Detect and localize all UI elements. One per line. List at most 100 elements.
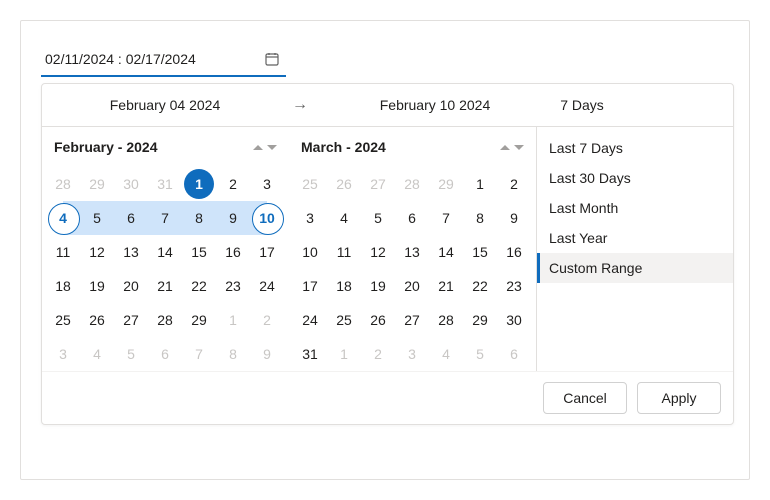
day-cell[interactable]: 21: [429, 269, 463, 303]
day-cell[interactable]: 9: [216, 201, 250, 235]
day-cell[interactable]: 8: [182, 201, 216, 235]
day-cell[interactable]: 1: [182, 167, 216, 201]
next-month-icon[interactable]: [514, 145, 524, 150]
day-cell[interactable]: 30: [497, 303, 531, 337]
day-cell[interactable]: 3: [293, 201, 327, 235]
day-cell[interactable]: 24: [250, 269, 284, 303]
day-cell[interactable]: 17: [293, 269, 327, 303]
day-cell[interactable]: 27: [114, 303, 148, 337]
prev-month-icon[interactable]: [500, 145, 510, 150]
day-cell[interactable]: 1: [463, 167, 497, 201]
day-cell[interactable]: 25: [293, 167, 327, 201]
day-cell[interactable]: 5: [361, 201, 395, 235]
day-cell[interactable]: 26: [327, 167, 361, 201]
day-cell[interactable]: 26: [80, 303, 114, 337]
day-cell[interactable]: 3: [46, 337, 80, 371]
day-cell[interactable]: 21: [148, 269, 182, 303]
day-cell[interactable]: 29: [182, 303, 216, 337]
day-cell[interactable]: 29: [463, 303, 497, 337]
day-cell[interactable]: 18: [327, 269, 361, 303]
day-cell[interactable]: 25: [327, 303, 361, 337]
day-cell[interactable]: 5: [80, 201, 114, 235]
calendar-icon[interactable]: [264, 51, 280, 67]
day-cell[interactable]: 2: [216, 167, 250, 201]
day-cell[interactable]: 3: [250, 167, 284, 201]
day-cell[interactable]: 6: [148, 337, 182, 371]
day-cell[interactable]: 2: [497, 167, 531, 201]
day-cell[interactable]: 22: [182, 269, 216, 303]
day-cell[interactable]: 5: [463, 337, 497, 371]
day-cell[interactable]: 3: [395, 337, 429, 371]
day-cell[interactable]: 1: [327, 337, 361, 371]
day-cell[interactable]: 28: [395, 167, 429, 201]
day-cell[interactable]: 4: [429, 337, 463, 371]
preset-item[interactable]: Last Month: [537, 193, 733, 223]
day-cell[interactable]: 7: [429, 201, 463, 235]
day-cell[interactable]: 25: [46, 303, 80, 337]
day-cell[interactable]: 19: [80, 269, 114, 303]
day-cell[interactable]: 24: [293, 303, 327, 337]
day-cell[interactable]: 13: [395, 235, 429, 269]
day-cell[interactable]: 10: [250, 201, 284, 235]
day-cell[interactable]: 11: [327, 235, 361, 269]
day-cell[interactable]: 7: [182, 337, 216, 371]
day-cell[interactable]: 5: [114, 337, 148, 371]
day-cell[interactable]: 6: [395, 201, 429, 235]
day-cell[interactable]: 30: [114, 167, 148, 201]
preset-item[interactable]: Last 7 Days: [537, 133, 733, 163]
day-cell[interactable]: 29: [429, 167, 463, 201]
day-cell[interactable]: 23: [216, 269, 250, 303]
day-cell[interactable]: 9: [250, 337, 284, 371]
day-cell[interactable]: 8: [216, 337, 250, 371]
preset-item[interactable]: Custom Range: [537, 253, 733, 283]
day-cell[interactable]: 16: [216, 235, 250, 269]
day-cell[interactable]: 10: [293, 235, 327, 269]
day-cell[interactable]: 28: [46, 167, 80, 201]
preset-item[interactable]: Last 30 Days: [537, 163, 733, 193]
next-month-icon[interactable]: [267, 145, 277, 150]
day-cell[interactable]: 26: [361, 303, 395, 337]
apply-button[interactable]: Apply: [637, 382, 721, 414]
calendar-right-title: March - 2024: [301, 139, 386, 155]
day-cell[interactable]: 6: [114, 201, 148, 235]
day-cell[interactable]: 31: [293, 337, 327, 371]
day-cell[interactable]: 16: [497, 235, 531, 269]
day-cell[interactable]: 18: [46, 269, 80, 303]
day-cell[interactable]: 31: [148, 167, 182, 201]
preset-item[interactable]: Last Year: [537, 223, 733, 253]
calendar-left-title: February - 2024: [54, 139, 158, 155]
day-cell[interactable]: 4: [80, 337, 114, 371]
day-cell[interactable]: 1: [216, 303, 250, 337]
day-cell[interactable]: 2: [361, 337, 395, 371]
day-cell[interactable]: 4: [327, 201, 361, 235]
prev-month-icon[interactable]: [253, 145, 263, 150]
day-cell[interactable]: 12: [361, 235, 395, 269]
day-cell[interactable]: 15: [182, 235, 216, 269]
cancel-button[interactable]: Cancel: [543, 382, 627, 414]
day-cell[interactable]: 11: [46, 235, 80, 269]
day-cell[interactable]: 14: [429, 235, 463, 269]
day-cell[interactable]: 28: [148, 303, 182, 337]
day-cell[interactable]: 20: [395, 269, 429, 303]
day-cell[interactable]: 6: [497, 337, 531, 371]
day-cell[interactable]: 4: [46, 201, 80, 235]
day-cell[interactable]: 12: [80, 235, 114, 269]
day-cell[interactable]: 7: [148, 201, 182, 235]
day-cell[interactable]: 27: [395, 303, 429, 337]
day-cell[interactable]: 29: [80, 167, 114, 201]
day-cell[interactable]: 15: [463, 235, 497, 269]
date-range-input[interactable]: 02/11/2024 : 02/17/2024: [41, 45, 286, 77]
day-cell[interactable]: 23: [497, 269, 531, 303]
day-cell[interactable]: 9: [497, 201, 531, 235]
day-cell[interactable]: 13: [114, 235, 148, 269]
day-cell[interactable]: 14: [148, 235, 182, 269]
day-cell[interactable]: 17: [250, 235, 284, 269]
summary-days-count: 7 Days: [550, 97, 614, 113]
day-cell[interactable]: 28: [429, 303, 463, 337]
day-cell[interactable]: 22: [463, 269, 497, 303]
day-cell[interactable]: 19: [361, 269, 395, 303]
day-cell[interactable]: 2: [250, 303, 284, 337]
day-cell[interactable]: 20: [114, 269, 148, 303]
day-cell[interactable]: 8: [463, 201, 497, 235]
day-cell[interactable]: 27: [361, 167, 395, 201]
